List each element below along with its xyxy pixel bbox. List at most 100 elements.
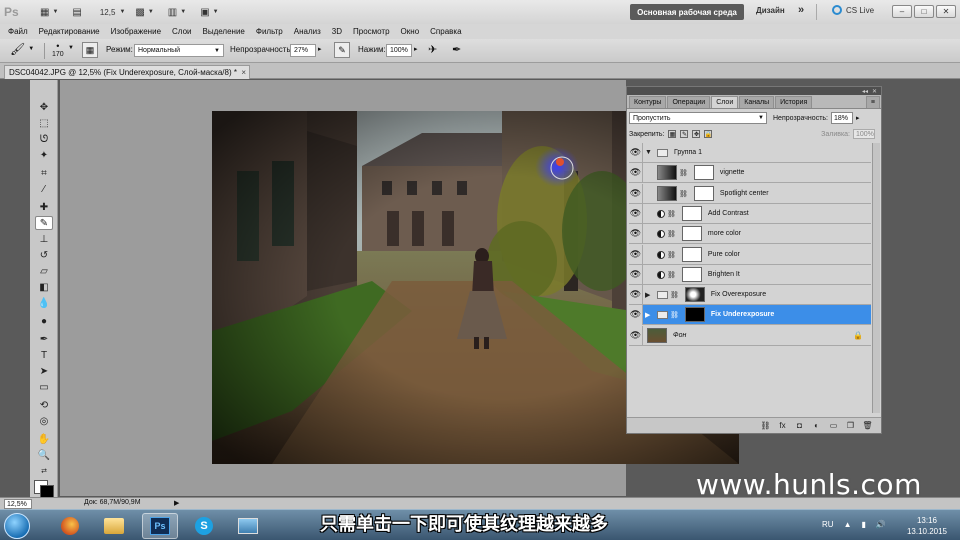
- visibility-eye-icon[interactable]: 👁: [629, 244, 643, 265]
- mask-link-icon[interactable]: ⛓: [667, 230, 676, 238]
- mask-link-icon[interactable]: ⛓: [667, 251, 676, 259]
- menu-item[interactable]: Анализ: [294, 27, 321, 36]
- eraser-tool-icon[interactable]: ▱: [35, 264, 53, 278]
- brush-tool-icon[interactable]: ✎: [35, 216, 53, 230]
- menu-item[interactable]: Справка: [430, 27, 461, 36]
- menu-item[interactable]: Выделение: [202, 27, 244, 36]
- history-brush-tool-icon[interactable]: ↺: [35, 248, 53, 262]
- layer-mask-thumbnail[interactable]: [681, 206, 702, 221]
- blend-mode-select[interactable]: Пропустить ▼: [629, 112, 767, 124]
- dodge-tool-icon[interactable]: ●: [35, 314, 53, 328]
- firefox-taskbar-button[interactable]: [52, 513, 88, 539]
- layer-mask-thumbnail[interactable]: [684, 307, 705, 322]
- close-button[interactable]: ✕: [936, 5, 956, 18]
- mask-link-icon[interactable]: ⛓: [670, 311, 679, 319]
- menu-item[interactable]: Слои: [172, 27, 191, 36]
- visibility-eye-icon[interactable]: 👁: [629, 142, 643, 163]
- brush-preset-picker[interactable]: • 170: [52, 41, 64, 58]
- tray-arrow-icon[interactable]: ▲: [844, 520, 852, 529]
- layer-row[interactable]: 👁 ▼ Группа 1: [629, 142, 871, 163]
- link-layers-icon[interactable]: ⛓: [760, 421, 771, 431]
- layer-row[interactable]: 👁 ⛓ vignette: [629, 162, 871, 183]
- collapse-icon[interactable]: ◂◂: [862, 88, 868, 95]
- layer-row[interactable]: 👁 ▶ ⛓ Fix Underexposure: [629, 304, 871, 325]
- new-layer-icon[interactable]: ❐: [845, 421, 856, 431]
- panel-tab[interactable]: История: [775, 96, 813, 108]
- panel-tab[interactable]: Слои: [711, 96, 739, 108]
- delete-layer-icon[interactable]: 🗑: [862, 421, 873, 431]
- visibility-eye-icon[interactable]: 👁: [629, 203, 643, 224]
- opacity-field[interactable]: 27%: [290, 44, 316, 57]
- layer-mask-thumbnail[interactable]: [693, 165, 714, 180]
- visibility-eye-icon[interactable]: 👁: [629, 162, 643, 183]
- start-button[interactable]: [4, 513, 30, 539]
- document-tab[interactable]: DSC04042.JPG @ 12,5% (Fix Underexposure,…: [4, 65, 250, 79]
- mask-link-icon[interactable]: ⛓: [670, 291, 679, 299]
- menu-item[interactable]: Файл: [8, 27, 28, 36]
- minimize-button[interactable]: –: [892, 5, 912, 18]
- flow-field[interactable]: 100%: [386, 44, 412, 57]
- lock-transparency-icon[interactable]: ▦: [668, 130, 677, 138]
- workspace-design-button[interactable]: Дизайн: [756, 6, 785, 15]
- adjustment-layer-icon[interactable]: [657, 229, 665, 238]
- gradient-tool-icon[interactable]: ◧: [35, 280, 53, 294]
- 3d-rotate-tool-icon[interactable]: ⟲: [35, 398, 53, 412]
- view-extras-button[interactable]: ▩ ▼: [131, 3, 157, 21]
- path-selection-tool-icon[interactable]: ➤: [35, 364, 53, 378]
- layer-row[interactable]: 👁 ⛓ Add Contrast: [629, 203, 871, 224]
- taskbar-clock[interactable]: 13:16 13.10.2015: [900, 515, 954, 537]
- hand-tool-icon[interactable]: ✋: [35, 432, 53, 446]
- panel-close-icon[interactable]: ✕: [872, 88, 877, 95]
- explorer-taskbar-button[interactable]: [96, 513, 132, 539]
- menu-item[interactable]: Редактирование: [39, 27, 100, 36]
- menu-item[interactable]: Просмотр: [353, 27, 390, 36]
- shape-tool-icon[interactable]: ▭: [35, 380, 53, 394]
- swap-colors-icon[interactable]: ⇄: [35, 464, 53, 478]
- tool-preset-picker[interactable]: 🖌 ▼: [10, 42, 34, 56]
- layer-row[interactable]: 👁 ⛓ Spotlight center: [629, 183, 871, 204]
- zoom-level-dropdown[interactable]: 12,5 ▼: [100, 8, 126, 17]
- image-viewer-taskbar-button[interactable]: [230, 513, 266, 539]
- close-tab-icon[interactable]: ×: [241, 68, 246, 77]
- layer-mask-thumbnail[interactable]: [684, 287, 705, 302]
- disclosure-closed-icon[interactable]: ▶: [645, 291, 655, 299]
- clone-stamp-tool-icon[interactable]: ⊥: [35, 232, 53, 246]
- layer-mask-thumbnail[interactable]: [693, 186, 714, 201]
- layer-mask-thumbnail[interactable]: [681, 267, 702, 282]
- adjustment-layer-icon[interactable]: [657, 250, 665, 259]
- cs-live-button[interactable]: CS Live: [832, 5, 874, 15]
- volume-icon[interactable]: 🔊: [876, 520, 886, 529]
- language-indicator[interactable]: RU: [822, 520, 834, 529]
- screen-mode-button[interactable]: ▣ ▼: [196, 3, 222, 21]
- visibility-eye-icon[interactable]: 👁: [629, 223, 643, 244]
- arrange-documents-button[interactable]: ▥ ▼: [164, 3, 190, 21]
- mask-link-icon[interactable]: ⛓: [679, 190, 688, 198]
- quick-selection-tool-icon[interactable]: ✦: [35, 148, 53, 162]
- layer-row[interactable]: 👁 ⛓ Pure color: [629, 244, 871, 265]
- visibility-eye-icon[interactable]: 👁: [629, 304, 643, 325]
- menu-item[interactable]: Изображение: [111, 27, 161, 36]
- adjustment-layer-icon[interactable]: [657, 209, 665, 218]
- menu-item[interactable]: Окно: [401, 27, 420, 36]
- healing-brush-tool-icon[interactable]: ✚: [35, 200, 53, 214]
- lock-position-icon[interactable]: ✥: [692, 130, 701, 138]
- tablet-pressure-opacity-button[interactable]: ✎: [334, 42, 350, 58]
- mask-link-icon[interactable]: ⛓: [667, 271, 676, 279]
- crop-tool-icon[interactable]: ⌗: [35, 166, 53, 180]
- fill-field[interactable]: 100%: [853, 129, 875, 139]
- visibility-eye-icon[interactable]: 👁: [629, 183, 643, 204]
- 3d-orbit-tool-icon[interactable]: ◎: [35, 414, 53, 428]
- add-mask-icon[interactable]: ◘: [794, 421, 805, 431]
- adjustment-layer-icon[interactable]: ◐: [811, 421, 822, 431]
- move-tool-icon[interactable]: ✥: [35, 100, 53, 114]
- status-menu-button[interactable]: ▶: [174, 499, 179, 507]
- mode-select[interactable]: Нормальный ▼: [134, 44, 224, 57]
- lasso-tool-icon[interactable]: ᘎ: [35, 132, 53, 146]
- layer-mask-thumbnail[interactable]: [681, 247, 702, 262]
- eyedropper-tool-icon[interactable]: ⁄: [35, 182, 53, 196]
- blur-tool-icon[interactable]: 💧: [35, 296, 53, 310]
- flow-slider-button[interactable]: ▸: [414, 45, 418, 53]
- mask-link-icon[interactable]: ⛓: [667, 210, 676, 218]
- visibility-eye-icon[interactable]: 👁: [629, 264, 643, 285]
- network-icon[interactable]: ▮: [861, 520, 865, 529]
